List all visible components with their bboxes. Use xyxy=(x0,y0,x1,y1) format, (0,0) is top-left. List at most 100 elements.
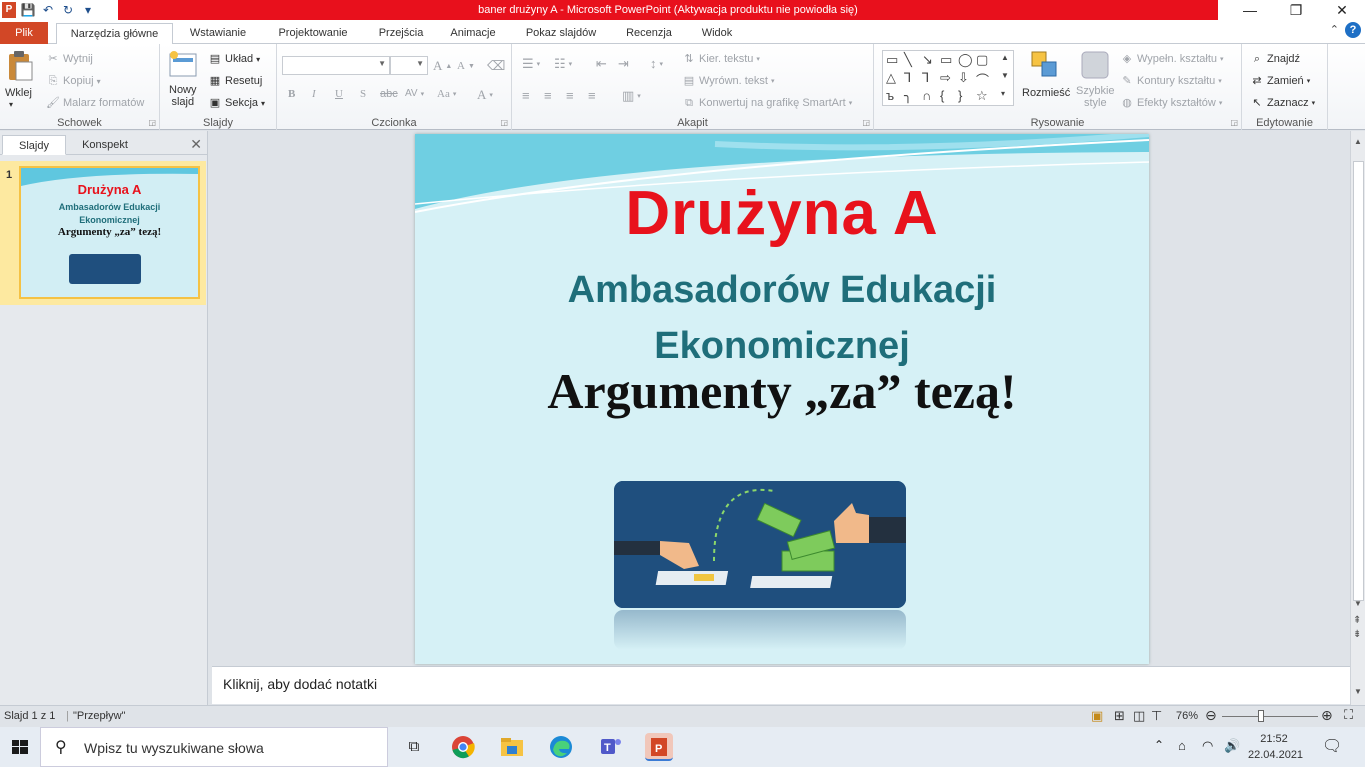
restore-button[interactable]: ❐ xyxy=(1273,0,1319,20)
freeform-shape-icon[interactable]: ъ xyxy=(886,88,894,103)
align-center-icon[interactable]: ≡ xyxy=(544,88,552,103)
cut-button[interactable]: ✂ Wytnij xyxy=(46,52,92,66)
textbox-shape-icon[interactable]: ▭ xyxy=(886,52,898,68)
rounded-rectangle-shape-icon[interactable]: ▢ xyxy=(976,52,988,68)
tab-design[interactable]: Projektowanie xyxy=(267,23,359,44)
zoom-out-icon[interactable]: ⊖ xyxy=(1205,707,1217,724)
help-icon[interactable]: ? xyxy=(1345,22,1361,38)
left-brace-shape-icon[interactable]: { xyxy=(940,88,944,103)
minimize-ribbon-icon[interactable]: ⌃ xyxy=(1330,23,1339,36)
slide-thumbnail[interactable]: Drużyna A Ambasadorów Edukacji Ekonomiczn… xyxy=(19,166,200,299)
close-button[interactable]: ✕ xyxy=(1319,0,1365,20)
gallery-down-icon[interactable]: ▼ xyxy=(1001,71,1009,80)
rectangle-shape-icon[interactable]: ▭ xyxy=(940,52,952,68)
powerpoint-taskbar-icon[interactable]: P xyxy=(645,733,673,761)
slide-title[interactable]: Drużyna A xyxy=(415,178,1149,249)
line-spacing-icon[interactable]: ↕ ▾ xyxy=(650,56,663,71)
star-shape-icon[interactable]: ☆ xyxy=(976,88,988,104)
notes-pane[interactable]: Kliknij, aby dodać notatki xyxy=(212,666,1350,704)
notes-scroll-down-icon[interactable]: ▼ xyxy=(1354,687,1362,696)
quick-styles-button[interactable]: Szybkie style xyxy=(1076,85,1115,109)
elbow-connector-icon[interactable]: ⅂ xyxy=(904,70,911,86)
tab-insert[interactable]: Wstawianie xyxy=(178,23,258,44)
paste-button[interactable]: Wklej xyxy=(5,87,32,99)
wifi-icon[interactable]: ◠ xyxy=(1202,738,1213,767)
select-button[interactable]: ↖ Zaznacz ▾ xyxy=(1250,96,1315,110)
down-arrow-shape-icon[interactable]: ⇩ xyxy=(958,70,969,86)
clear-format-icon[interactable]: ⌫ xyxy=(487,58,505,74)
section-button[interactable]: ▣ Sekcja ▾ xyxy=(208,96,265,110)
vertical-scrollbar[interactable]: ▲ ▼ ⇞ ⇟ ▼ xyxy=(1350,131,1365,705)
tab-transitions[interactable]: Przejścia xyxy=(370,23,432,44)
money-transfer-image[interactable] xyxy=(614,481,906,608)
replace-button[interactable]: ⇄ Zamień ▾ xyxy=(1250,74,1310,88)
volume-icon[interactable]: 🔊 xyxy=(1224,738,1240,767)
zoom-slider-knob[interactable] xyxy=(1258,710,1264,722)
close-icon[interactable]: ✕ xyxy=(190,136,202,153)
grow-font-button[interactable]: A ▲ xyxy=(433,58,452,74)
slide-subtitle[interactable]: Ambasadorów Edukacji Ekonomicznej xyxy=(415,262,1149,374)
arrange-icon[interactable] xyxy=(1030,50,1060,82)
next-slide-icon[interactable]: ⇟ xyxy=(1353,629,1361,640)
notifications-icon[interactable]: 🗨 xyxy=(1322,736,1342,767)
theme-name[interactable]: "Przepływ" xyxy=(73,710,125,722)
justify-icon[interactable]: ≡ xyxy=(588,88,596,103)
slide-sorter-icon[interactable]: ⊞ xyxy=(1114,708,1125,724)
scroll-up-icon[interactable]: ▲ xyxy=(1354,137,1362,146)
shapes-gallery[interactable]: ▭ ╲ ↘ ▭ ◯ ▢ △ ⅂ ⅂ ⇨ ⇩ ⌒ ъ ╮ ∩ { } ☆ ▲ ▼ … xyxy=(882,50,1014,106)
dialog-launcher-icon[interactable]: ◲ xyxy=(148,118,156,127)
powerpoint-app-icon[interactable]: P xyxy=(2,2,16,18)
zoom-slider[interactable] xyxy=(1222,710,1318,722)
curve-shape-icon[interactable]: ⌒ xyxy=(976,70,989,89)
file-explorer-icon[interactable] xyxy=(498,733,526,761)
scroll-down-icon[interactable]: ▼ xyxy=(1354,599,1362,608)
numbering-icon[interactable]: ☷ ▾ xyxy=(554,56,572,72)
edge-icon[interactable] xyxy=(547,733,575,761)
taskbar-search[interactable]: ⚲ Wpisz tu wyszukiwane słowa xyxy=(40,727,388,767)
shape-outline-button[interactable]: ✎ Kontury kształtu ▾ xyxy=(1120,74,1221,88)
strikethrough-button[interactable]: abc xyxy=(380,88,398,100)
show-hidden-icons-icon[interactable]: ⌃ xyxy=(1154,738,1164,767)
shape-effects-button[interactable]: ◍ Efekty kształtów ▾ xyxy=(1120,96,1222,110)
copy-button[interactable]: ⎘ Kopiuj ▾ xyxy=(46,74,101,88)
underline-button[interactable]: U xyxy=(335,88,343,100)
shape-fill-button[interactable]: ◈ Wypełn. kształtu ▾ xyxy=(1120,52,1224,66)
columns-icon[interactable]: ▥ ▾ xyxy=(622,88,641,104)
start-button[interactable] xyxy=(0,727,40,767)
arrow-line-shape-icon[interactable]: ↘ xyxy=(922,52,933,68)
slide-thumbnail-row[interactable]: 1 Drużyna A Ambasadorów Edukacji Ekonomic… xyxy=(0,161,206,305)
dialog-launcher-icon[interactable]: ◲ xyxy=(1230,118,1238,127)
customize-qat-icon[interactable]: ▾ xyxy=(80,3,96,17)
previous-slide-icon[interactable]: ⇞ xyxy=(1353,615,1361,626)
tab-animations[interactable]: Animacje xyxy=(441,23,505,44)
font-color-button[interactable]: A ▾ xyxy=(477,87,493,103)
font-name-combo[interactable]: ▼ xyxy=(282,56,390,75)
tab-file[interactable]: Plik xyxy=(0,22,48,44)
chrome-icon[interactable] xyxy=(449,733,477,761)
dialog-launcher-icon[interactable]: ◲ xyxy=(500,118,508,127)
format-painter-button[interactable]: 🖌 Malarz formatów xyxy=(46,96,144,110)
paste-dropdown-icon[interactable]: ▾ xyxy=(9,100,13,109)
quick-styles-icon[interactable] xyxy=(1080,50,1110,82)
undo-icon[interactable]: ↶ xyxy=(40,3,56,17)
bullets-icon[interactable]: ☰ ▾ xyxy=(522,56,540,72)
save-icon[interactable]: 💾 xyxy=(20,3,36,17)
reading-view-icon[interactable]: ◫ xyxy=(1133,708,1145,724)
gallery-more-icon[interactable]: ▾ xyxy=(1001,89,1005,98)
tab-slides[interactable]: Slajdy xyxy=(2,135,66,155)
redo-icon[interactable]: ↻ xyxy=(60,3,76,17)
zoom-in-icon[interactable]: ⊕ xyxy=(1321,707,1333,724)
increase-indent-icon[interactable]: ⇥ xyxy=(618,56,629,72)
slideshow-view-icon[interactable]: ⊤ xyxy=(1151,708,1162,724)
normal-view-icon[interactable]: ▣ xyxy=(1091,708,1103,724)
text-direction-button[interactable]: ⇅ Kier. tekstu ▾ xyxy=(682,52,760,66)
slide-canvas[interactable]: Drużyna A Ambasadorów Edukacji Ekonomicz… xyxy=(415,134,1149,664)
smartart-button[interactable]: ⧉ Konwertuj na grafikę SmartArt ▾ xyxy=(682,96,852,110)
line-shape-icon[interactable]: ╲ xyxy=(904,52,912,68)
minimize-button[interactable]: — xyxy=(1227,0,1273,20)
shadow-button[interactable]: S xyxy=(360,88,366,100)
tab-review[interactable]: Recenzja xyxy=(617,23,681,44)
reset-button[interactable]: ▦ Resetuj xyxy=(208,74,263,88)
shrink-font-button[interactable]: A ▼ xyxy=(457,60,475,72)
triangle-shape-icon[interactable]: △ xyxy=(886,70,896,86)
